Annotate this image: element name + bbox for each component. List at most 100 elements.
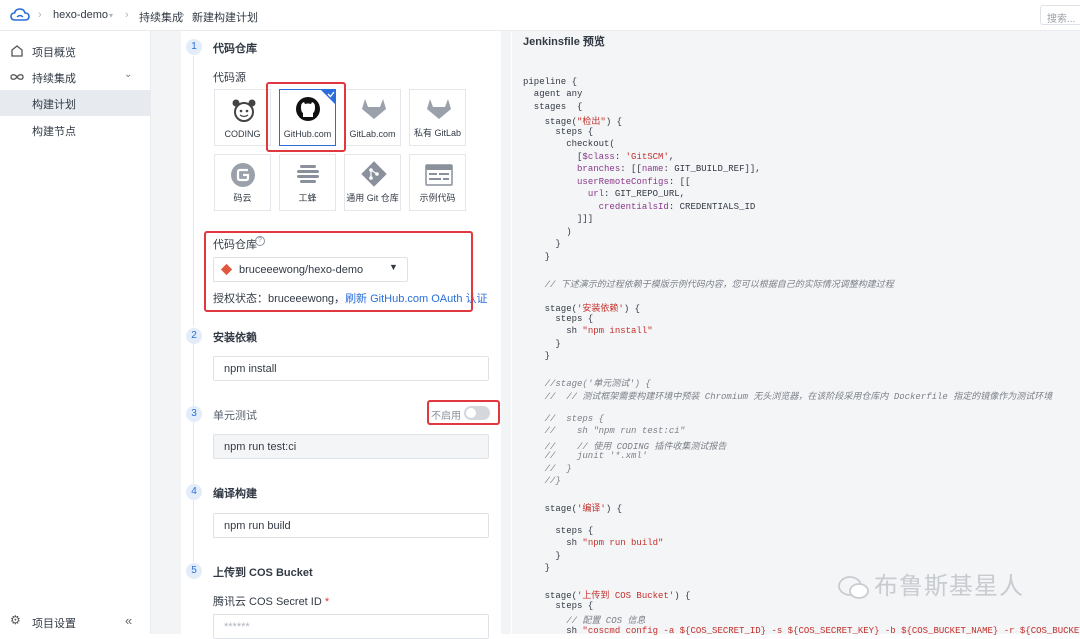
step-title: 上传到 COS Bucket: [213, 567, 313, 579]
code-line: }: [523, 563, 551, 574]
sidebar-item-settings[interactable]: ⚙ 项目设置 «: [0, 609, 150, 635]
install-command-input[interactable]: npm install: [213, 356, 489, 381]
code-line: sh "coscmd config -a ${COS_SECRET_ID} -s…: [523, 625, 1080, 636]
step-title: 单元测试: [213, 410, 257, 422]
watermark-text: 布鲁斯基星人: [874, 573, 1024, 600]
code-line: checkout(: [523, 139, 615, 150]
source-tile-gitlab[interactable]: GitLab.com: [344, 89, 401, 146]
code-line: credentialsId: CREDENTIALS_ID: [598, 201, 756, 212]
wechat-icon: [838, 575, 869, 599]
highlight-box: [204, 231, 473, 312]
search-input[interactable]: 搜索...: [1040, 5, 1080, 25]
breadcrumb-project[interactable]: hexo-demo: [53, 9, 108, 21]
coding-logo-icon: [232, 99, 256, 122]
coding-cloud-logo-icon[interactable]: [10, 7, 30, 23]
code-line: steps {: [523, 600, 594, 611]
breadcrumb-section[interactable]: 持续集成: [139, 9, 183, 25]
code-line: }: [523, 351, 551, 362]
step-title: 编译构建: [213, 488, 257, 500]
code-line: url: GIT_REPO_URL,: [587, 189, 686, 200]
watermark: 布鲁斯基星人: [838, 566, 1024, 601]
cos-secret-input[interactable]: ******: [213, 614, 489, 639]
sidebar-item-label: 项目概览: [32, 47, 76, 59]
sidebar-item-label: 构建计划: [32, 99, 76, 111]
code-line: ]]]: [523, 214, 594, 225]
step-title: 代码仓库: [213, 43, 257, 55]
step-number: 4: [186, 484, 202, 500]
source-tile-coding[interactable]: CODING: [214, 89, 271, 146]
chevron-down-icon[interactable]: ▾: [109, 11, 113, 20]
source-tile-tgit[interactable]: 工蜂: [279, 154, 336, 211]
code-line: // junit '*.xml': [523, 451, 648, 462]
code-line: // }: [523, 463, 572, 474]
chevron-down-icon: ⌄: [124, 69, 133, 80]
code-line: branches: [[name: GIT_BUILD_REF]],: [577, 164, 761, 175]
step-number: 1: [186, 39, 202, 55]
code-line: //stage('单元测试') {: [523, 379, 651, 390]
step-number: 5: [186, 563, 202, 579]
step-connector: [193, 344, 194, 406]
code-line: agent any: [523, 89, 583, 100]
collapse-sidebar-icon[interactable]: «: [125, 613, 132, 628]
sidebar-item-label: 构建节点: [32, 126, 76, 138]
gear-icon: ⚙: [10, 613, 21, 627]
build-command-input[interactable]: npm run build: [213, 513, 489, 538]
tile-label: GitLab.com: [349, 129, 396, 139]
code-line: userRemoteConfigs: [[: [577, 176, 691, 187]
highlight-box: [266, 82, 346, 152]
source-tile-private-gitlab[interactable]: 私有 GitLab: [409, 89, 466, 146]
breadcrumb-separator-icon: ›: [38, 9, 42, 21]
code-line: sh "npm install": [523, 326, 653, 337]
code-line: stage('安装依赖') {: [523, 304, 641, 315]
code-line: steps {: [523, 126, 594, 137]
sidebar-item-build-plans[interactable]: 构建计划: [0, 90, 150, 116]
code-line: stage('编译') {: [523, 503, 623, 514]
tile-label: 私有 GitLab: [413, 128, 462, 138]
code-line: }: [523, 338, 561, 349]
step-number: 2: [186, 328, 202, 344]
source-tile-gitee[interactable]: 码云: [214, 154, 271, 211]
cos-secret-label: 腾讯云 COS Secret ID *: [213, 593, 329, 609]
code-line: [$class: 'GitSCM',: [523, 151, 675, 162]
code-line: }: [523, 251, 551, 262]
sidebar-item-ci[interactable]: 持续集成 ⌄: [0, 64, 150, 90]
tile-label: 示例代码: [419, 193, 456, 203]
step-connector: [193, 56, 194, 326]
required-mark: *: [324, 596, 330, 608]
infinity-icon: [10, 74, 24, 80]
tile-label: 码云: [233, 193, 252, 203]
code-line: //}: [523, 476, 561, 487]
sidebar: 项目概览 持续集成 ⌄ 构建计划 构建节点 ⚙ 项目设置 «: [0, 31, 151, 634]
breadcrumb-page: 新建构建计划: [192, 12, 258, 24]
code-line: stage("检出") {: [523, 117, 623, 128]
home-icon: [11, 45, 23, 57]
code-line: // 配置 COS 信息: [523, 616, 646, 627]
source-label: 代码源: [213, 72, 246, 84]
jenkinsfile-title: Jenkinsfile 预览: [523, 36, 605, 48]
code-line: }: [523, 550, 561, 561]
top-bar: › hexo-demo ▾ › 持续集成 › 新建构建计划 搜索...: [0, 0, 1080, 31]
code-line: // // 使用 CODING 插件收集测试报告: [523, 441, 727, 452]
code-line: // steps {: [523, 413, 605, 424]
source-tile-sample-code[interactable]: 示例代码: [409, 154, 466, 211]
step-connector: [193, 500, 194, 562]
code-line: stages {: [523, 101, 583, 112]
tgit-logo-icon: [297, 165, 319, 183]
git-logo-icon: [361, 161, 387, 187]
step-connector: [193, 422, 194, 484]
sidebar-item-overview[interactable]: 项目概览: [0, 38, 150, 64]
tile-label: 工蜂: [298, 193, 317, 203]
source-tile-generic-git[interactable]: 通用 Git 仓库: [344, 154, 401, 211]
test-command-input[interactable]: npm run test:ci: [213, 434, 489, 459]
breadcrumb-separator-icon: ›: [181, 9, 185, 21]
gitee-logo-icon: [231, 163, 255, 187]
code-line: sh "npm run build": [523, 538, 664, 549]
sidebar-item-build-nodes[interactable]: 构建节点: [0, 117, 150, 143]
code-line: // // 测试框架需要构建环境中预装 Chromium 无头浏览器，在该阶段采…: [523, 391, 1053, 402]
sample-code-icon: [425, 164, 453, 186]
step-title: 安装依赖: [213, 332, 257, 344]
code-line: }: [523, 239, 561, 250]
sidebar-item-label: 项目设置: [32, 618, 76, 630]
sidebar-item-label: 持续集成: [32, 73, 76, 85]
highlight-box: [427, 400, 500, 425]
